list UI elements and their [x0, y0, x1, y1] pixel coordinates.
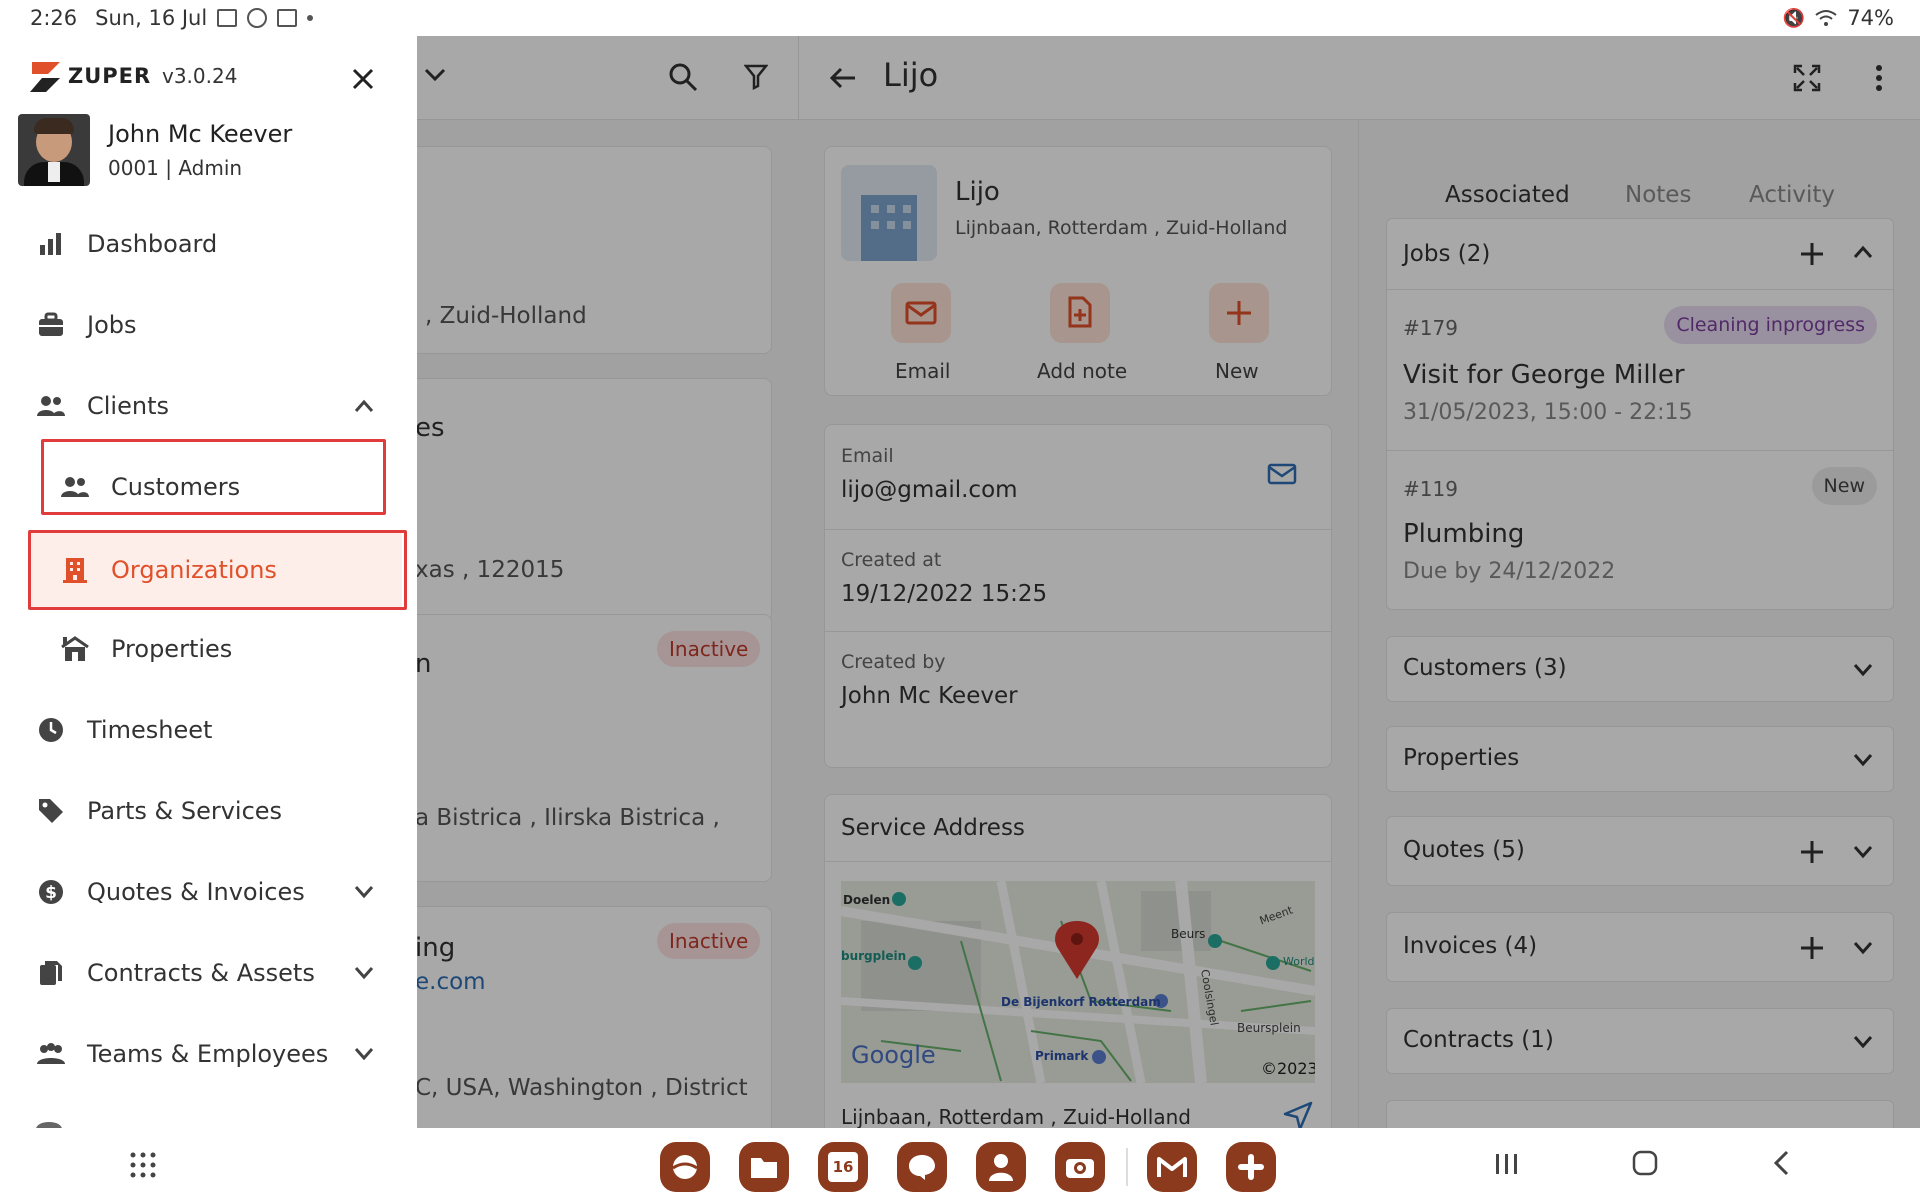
- user-meta: 0001 | Admin: [108, 156, 243, 180]
- nav-teams-employees[interactable]: Teams & Employees: [0, 1024, 417, 1084]
- messages-app-icon[interactable]: [897, 1142, 947, 1192]
- notification-calendar-icon: [217, 9, 238, 27]
- navigation-drawer: ZUPER v3.0.24 John Mc Keever 0001 | Admi…: [0, 36, 417, 1128]
- avatar: [18, 114, 90, 186]
- system-navigation-bar: 16: [0, 1128, 1920, 1200]
- nav-parts-services[interactable]: Parts & Services: [0, 781, 417, 841]
- nav-contracts-assets[interactable]: Contracts & Assets: [0, 943, 417, 1003]
- status-bar: 2:26 Sun, 16 Jul 🔇 74%: [0, 0, 1920, 36]
- app-version: v3.0.24: [162, 64, 238, 88]
- documents-icon: [36, 958, 66, 988]
- nav-next-item-partial: [36, 1120, 156, 1128]
- briefcase-icon: [36, 310, 66, 340]
- nav-quotes-invoices[interactable]: $ Quotes & Invoices: [0, 862, 417, 922]
- files-app-icon[interactable]: [739, 1142, 789, 1192]
- contacts-app-icon[interactable]: [976, 1142, 1026, 1192]
- calendar-app-icon[interactable]: 16: [818, 1142, 868, 1192]
- chevron-up-icon[interactable]: [354, 399, 374, 413]
- chevron-down-icon[interactable]: [354, 885, 374, 899]
- nav-dashboard-label: Dashboard: [87, 230, 218, 258]
- bar-chart-icon: [36, 229, 66, 259]
- nav-timesheet-label: Timesheet: [87, 716, 213, 744]
- back-icon[interactable]: [1772, 1150, 1790, 1176]
- nav-jobs[interactable]: Jobs: [0, 295, 417, 355]
- highlight-box-customers: [41, 439, 386, 515]
- svg-text:$: $: [45, 883, 57, 903]
- people-icon: [36, 391, 66, 421]
- dollar-icon: $: [36, 877, 66, 907]
- status-date: Sun, 16 Jul: [95, 6, 208, 30]
- wifi-icon: [1815, 10, 1837, 26]
- nav-properties[interactable]: Properties: [0, 619, 417, 679]
- status-time: 2:26: [30, 6, 78, 30]
- nav-clients-label: Clients: [87, 392, 169, 420]
- home-icon[interactable]: [1632, 1150, 1658, 1176]
- nav-clients[interactable]: Clients: [0, 376, 417, 436]
- browser-app-icon[interactable]: [660, 1142, 710, 1192]
- nav-contracts-assets-label: Contracts & Assets: [87, 959, 315, 987]
- gmail-app-icon[interactable]: [1147, 1142, 1197, 1192]
- chevron-down-icon[interactable]: [354, 966, 374, 980]
- chevron-down-icon[interactable]: [354, 1047, 374, 1061]
- dock-divider: [1126, 1148, 1128, 1186]
- app-drawer-icon[interactable]: [130, 1152, 156, 1178]
- brand-name: ZUPER: [68, 64, 152, 88]
- notification-app-icon: [247, 8, 268, 28]
- nav-properties-label: Properties: [111, 635, 233, 663]
- highlight-box-organizations: [28, 530, 407, 610]
- battery-level: 74%: [1847, 6, 1894, 30]
- nav-teams-employees-label: Teams & Employees: [87, 1040, 329, 1068]
- calendar-day: 16: [832, 1158, 854, 1176]
- slack-app-icon[interactable]: [1226, 1142, 1276, 1192]
- nav-dashboard[interactable]: Dashboard: [0, 214, 417, 274]
- zuper-logo-icon: [30, 62, 60, 92]
- recent-apps-icon[interactable]: [1494, 1152, 1520, 1176]
- nav-jobs-label: Jobs: [87, 311, 137, 339]
- notification-calendar-icon-2: [277, 9, 298, 27]
- close-icon[interactable]: [352, 68, 374, 90]
- clock-icon: [36, 715, 66, 745]
- nav-quotes-invoices-label: Quotes & Invoices: [87, 878, 305, 906]
- nav-parts-services-label: Parts & Services: [87, 797, 283, 825]
- team-icon: [36, 1039, 66, 1069]
- camera-app-icon[interactable]: [1055, 1142, 1105, 1192]
- property-icon: [60, 634, 90, 664]
- mute-icon: 🔇: [1782, 7, 1806, 29]
- nav-timesheet[interactable]: Timesheet: [0, 700, 417, 760]
- tag-icon: [36, 796, 66, 826]
- user-name: John Mc Keever: [108, 120, 293, 148]
- more-notifications-dot-icon: [307, 15, 314, 21]
